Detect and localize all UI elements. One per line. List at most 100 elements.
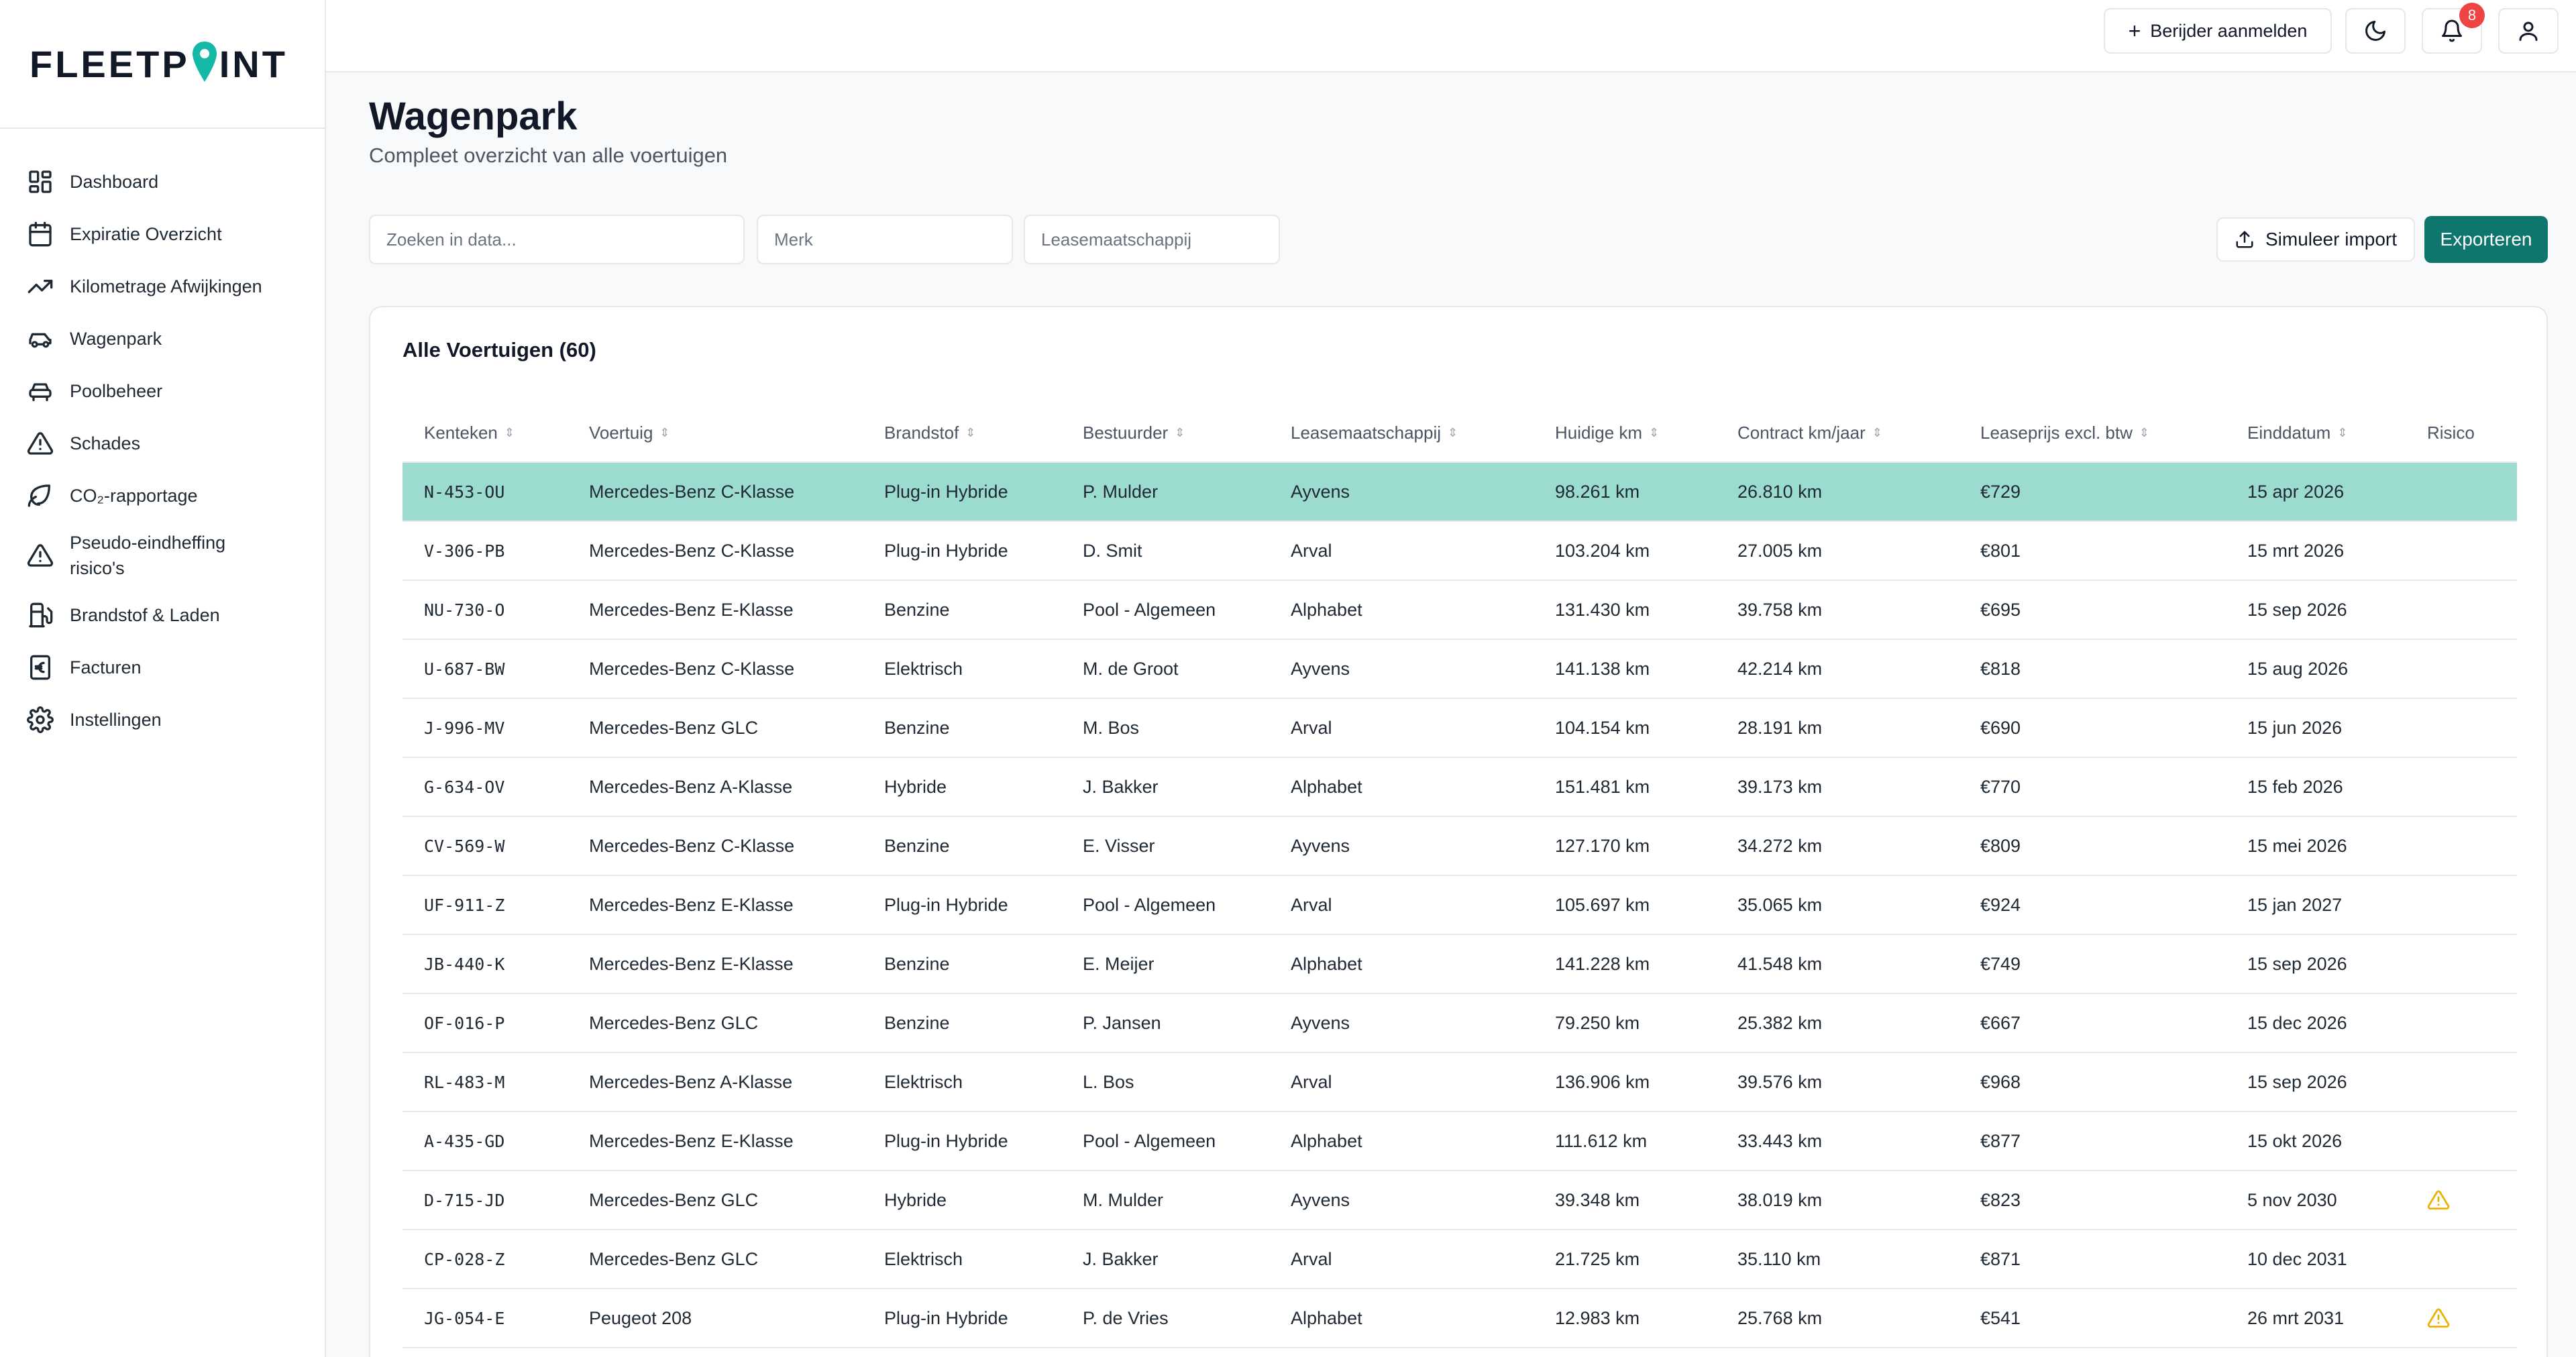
brand-logo[interactable]: FLEETP INT <box>0 0 325 129</box>
table-row[interactable]: J-996-MV Mercedes-Benz GLC Benzine M. Bos Ar… <box>402 699 2517 758</box>
table-body: N-453-OU Mercedes-Benz C-Klasse Plug-in Hy… <box>402 463 2517 1348</box>
sort-icon[interactable]: ⇕ <box>1175 426 1185 440</box>
theme-toggle-button[interactable] <box>2345 8 2406 54</box>
table-row[interactable]: OF-016-P Mercedes-Benz GLC Benzine P. Janse… <box>402 994 2517 1053</box>
sidebar-item-dashboard[interactable]: Dashboard <box>0 156 325 208</box>
sort-icon[interactable]: ⇕ <box>1649 426 1659 440</box>
sort-icon[interactable]: ⇕ <box>659 426 669 440</box>
cell-vehicle: Peugeot 208 <box>589 1307 692 1328</box>
table-row[interactable]: RL-483-M Mercedes-Benz A-Klasse Elektrisch… <box>402 1053 2517 1112</box>
column-header-brandstof[interactable]: Brandstof ⇕ <box>863 423 1061 443</box>
sidebar-item-brandstof-laden[interactable]: Brandstof & Laden <box>0 589 325 641</box>
column-header-kenteken[interactable]: Kenteken ⇕ <box>402 423 568 443</box>
sidebar-item-instellingen[interactable]: Instellingen <box>0 694 325 746</box>
cell-contract: 26.810 km <box>1737 481 1823 502</box>
search-input[interactable]: Zoeken in data... <box>369 215 745 264</box>
table-row[interactable]: A-435-GD Mercedes-Benz E-Klasse Plug-in Hy… <box>402 1112 2517 1171</box>
column-header-einddatum[interactable]: Einddatum ⇕ <box>2226 423 2406 443</box>
table-row[interactable]: G-634-OV Mercedes-Benz A-Klasse Hybride J. … <box>402 758 2517 817</box>
cell-fuel: Hybride <box>884 776 947 797</box>
column-header-huidige-km[interactable]: Huidige km ⇕ <box>1534 423 1716 443</box>
cell-km: 105.697 km <box>1555 894 1650 915</box>
column-header-leaseprijs-excl-btw[interactable]: Leaseprijs excl. btw ⇕ <box>1959 423 2226 443</box>
column-header-label: Contract km/jaar <box>1737 422 1866 443</box>
cell-km: 151.481 km <box>1555 776 1650 797</box>
cell-price: €690 <box>1980 717 2021 738</box>
sidebar-item-expiratie-overzicht[interactable]: Expiratie Overzicht <box>0 208 325 260</box>
export-button[interactable]: Exporteren <box>2424 216 2548 263</box>
sidebar-item-wagenpark[interactable]: Wagenpark <box>0 313 325 365</box>
cell-risk <box>2406 1307 2504 1329</box>
table-row[interactable]: CV-569-W Mercedes-Benz C-Klasse Benzine E. … <box>402 817 2517 876</box>
topbar: + Berijder aanmelden 8 <box>326 0 2576 72</box>
cell-price: €667 <box>1980 1012 2021 1033</box>
column-header-voertuig[interactable]: Voertuig ⇕ <box>568 423 863 443</box>
brand-filter[interactable]: Merk <box>757 215 1013 264</box>
cell-fuel: Plug-in Hybride <box>884 1307 1008 1328</box>
table-row[interactable]: JB-440-K Mercedes-Benz E-Klasse Benzine E. … <box>402 935 2517 994</box>
table-row[interactable]: U-687-BW Mercedes-Benz C-Klasse Elektrisch… <box>402 640 2517 699</box>
column-header-bestuurder[interactable]: Bestuurder ⇕ <box>1061 423 1269 443</box>
table-row[interactable]: UF-911-Z Mercedes-Benz E-Klasse Plug-in Hy… <box>402 876 2517 935</box>
cell-end: 15 okt 2026 <box>2247 1130 2343 1151</box>
table-row[interactable]: D-715-JD Mercedes-Benz GLC Hybride M. Mulde… <box>402 1171 2517 1230</box>
sidebar-item-pseudo-eindheffing-risico-s[interactable]: Pseudo-eindheffing risico's <box>0 522 325 589</box>
cell-plate: UF-911-Z <box>424 895 505 915</box>
cell-driver: L. Bos <box>1083 1071 1134 1092</box>
user-menu-button[interactable] <box>2498 8 2559 54</box>
warning-icon[interactable] <box>2427 1307 2504 1329</box>
table-row[interactable]: N-453-OU Mercedes-Benz C-Klasse Plug-in Hy… <box>402 463 2517 522</box>
table-row[interactable]: JG-054-E Peugeot 208 Plug-in Hybride P. de … <box>402 1289 2517 1348</box>
cell-lease: Arval <box>1291 1071 1332 1092</box>
cell-lease: Alphabet <box>1291 1307 1362 1328</box>
dashboard-icon <box>27 168 54 195</box>
table-row[interactable]: NU-730-O Mercedes-Benz E-Klasse Benzine Poo… <box>402 581 2517 640</box>
cell-driver: M. de Groot <box>1083 658 1179 679</box>
cell-lease: Alphabet <box>1291 953 1362 974</box>
column-header-risico[interactable]: Risico <box>2406 423 2504 443</box>
sidebar-item-co-rapportage[interactable]: CO₂-rapportage <box>0 470 325 522</box>
sort-icon[interactable]: ⇕ <box>1448 426 1458 440</box>
sort-icon[interactable]: ⇕ <box>2139 426 2149 440</box>
cell-km: 141.138 km <box>1555 658 1650 679</box>
cell-end: 15 jun 2026 <box>2247 717 2343 738</box>
column-header-leasemaatschappij[interactable]: Leasemaatschappij ⇕ <box>1269 423 1534 443</box>
logo-text-right: INT <box>219 42 288 85</box>
cell-driver: P. Mulder <box>1083 481 1159 502</box>
cell-price: €818 <box>1980 658 2021 679</box>
cell-driver: P. de Vries <box>1083 1307 1169 1328</box>
cell-price: €871 <box>1980 1248 2021 1269</box>
sidebar-item-label: Poolbeheer <box>70 381 163 401</box>
sidebar-item-schades[interactable]: Schades <box>0 417 325 470</box>
column-header-label: Bestuurder <box>1083 422 1169 443</box>
sort-icon[interactable]: ⇕ <box>965 426 975 440</box>
calendar-icon <box>27 221 54 248</box>
sidebar-item-label: Instellingen <box>70 710 162 730</box>
cell-vehicle: Mercedes-Benz GLC <box>589 1189 759 1210</box>
sort-icon[interactable]: ⇕ <box>504 426 515 440</box>
cell-plate: J-996-MV <box>424 718 505 738</box>
sort-icon[interactable]: ⇕ <box>2337 426 2347 440</box>
sidebar: FLEETP INT Dashboard Expiratie Overzicht K… <box>0 0 326 1357</box>
table-row[interactable]: CP-028-Z Mercedes-Benz GLC Elektrisch J. Ba… <box>402 1230 2517 1289</box>
table-row[interactable]: V-306-PB Mercedes-Benz C-Klasse Plug-in Hy… <box>402 522 2517 581</box>
moon-icon <box>2365 21 2385 41</box>
add-driver-button[interactable]: + Berijder aanmelden <box>2104 8 2332 54</box>
cell-driver: E. Meijer <box>1083 953 1155 974</box>
cell-fuel: Elektrisch <box>884 1071 963 1092</box>
column-header-label: Brandstof <box>884 422 959 443</box>
lease-company-filter[interactable]: Leasemaatschappij <box>1024 215 1280 264</box>
notifications-button[interactable]: 8 <box>2422 3 2485 54</box>
car-front-icon <box>27 378 54 404</box>
cell-fuel: Elektrisch <box>884 1248 963 1269</box>
leaf-icon <box>27 482 54 509</box>
sidebar-item-poolbeheer[interactable]: Poolbeheer <box>0 365 325 417</box>
column-header-contract-km-jaar[interactable]: Contract km/jaar ⇕ <box>1716 423 1959 443</box>
gear-icon <box>27 706 54 733</box>
sidebar-item-facturen[interactable]: Facturen <box>0 641 325 694</box>
cell-vehicle: Mercedes-Benz C-Klasse <box>589 481 795 502</box>
sort-icon[interactable]: ⇕ <box>1872 426 1882 440</box>
sidebar-item-kilometrage-afwijkingen[interactable]: Kilometrage Afwijkingen <box>0 260 325 313</box>
warning-icon[interactable] <box>2427 1189 2504 1211</box>
simulate-import-button[interactable]: Simuleer import <box>2216 217 2415 262</box>
